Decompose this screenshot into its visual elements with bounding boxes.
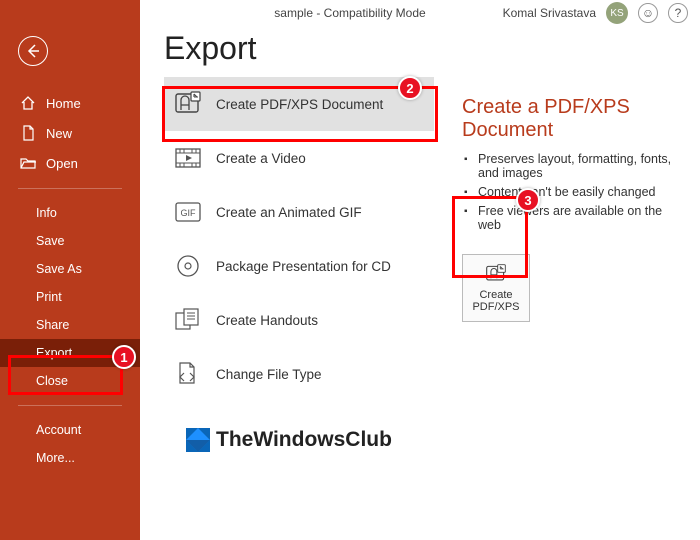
export-opt-label: Create PDF/XPS Document bbox=[216, 97, 383, 112]
sidebar-item-label: Save bbox=[36, 234, 65, 248]
sidebar-item-new[interactable]: New bbox=[0, 118, 140, 148]
page-title: Export bbox=[164, 30, 434, 67]
video-icon bbox=[174, 145, 202, 171]
thewindowsclub-logo-icon bbox=[184, 426, 212, 454]
export-opt-label: Change File Type bbox=[216, 367, 322, 382]
back-button[interactable] bbox=[18, 36, 48, 66]
export-detail-column: Create a PDF/XPS Document Preserves layo… bbox=[462, 30, 678, 540]
export-opt-label: Create an Animated GIF bbox=[216, 205, 362, 220]
file-icon bbox=[20, 125, 36, 141]
sidebar-item-label: More... bbox=[36, 451, 75, 465]
sidebar-item-print[interactable]: Print bbox=[0, 283, 140, 311]
pdf-export-icon bbox=[484, 263, 508, 285]
sidebar-item-open[interactable]: Open bbox=[0, 148, 140, 178]
divider bbox=[18, 405, 122, 406]
action-label: Create PDF/XPS bbox=[463, 289, 529, 313]
create-pdf-xps-button[interactable]: Create PDF/XPS bbox=[462, 254, 530, 322]
export-opt-label: Create Handouts bbox=[216, 313, 318, 328]
detail-bullet: Content can't be easily changed bbox=[462, 185, 678, 199]
sidebar-item-label: Share bbox=[36, 318, 69, 332]
watermark-text: TheWindowsClub bbox=[216, 428, 392, 452]
sidebar-item-label: Open bbox=[46, 156, 78, 171]
sidebar-item-label: Print bbox=[36, 290, 62, 304]
sidebar-item-more[interactable]: More... bbox=[0, 444, 140, 472]
folder-open-icon bbox=[20, 155, 36, 171]
change-file-type-icon bbox=[174, 361, 202, 387]
detail-bullet: Free viewers are available on the web bbox=[462, 204, 678, 232]
export-opt-change-file-type[interactable]: Change File Type bbox=[164, 347, 434, 401]
pdf-icon bbox=[174, 91, 202, 117]
sidebar-item-label: Account bbox=[36, 423, 81, 437]
export-opt-pdf-xps[interactable]: Create PDF/XPS Document bbox=[164, 77, 434, 131]
sidebar-item-label: Save As bbox=[36, 262, 82, 276]
detail-title: Create a PDF/XPS Document bbox=[462, 96, 678, 142]
sidebar-item-label: Home bbox=[46, 96, 81, 111]
arrow-left-icon bbox=[25, 43, 41, 59]
export-opt-label: Package Presentation for CD bbox=[216, 259, 391, 274]
sidebar-item-save[interactable]: Save bbox=[0, 227, 140, 255]
sidebar-item-label: Close bbox=[36, 374, 68, 388]
home-icon bbox=[20, 95, 36, 111]
sidebar-item-label: Info bbox=[36, 206, 57, 220]
export-options-column: Export Create PDF/XPS Document Create a … bbox=[164, 30, 434, 540]
divider bbox=[18, 188, 122, 189]
handouts-icon bbox=[174, 307, 202, 333]
sidebar-item-label: Export bbox=[36, 346, 72, 360]
gif-icon: GIF bbox=[174, 199, 202, 225]
export-opt-package-cd[interactable]: Package Presentation for CD bbox=[164, 239, 434, 293]
sidebar-item-account[interactable]: Account bbox=[0, 416, 140, 444]
export-opt-gif[interactable]: GIF Create an Animated GIF bbox=[164, 185, 434, 239]
sidebar-item-info[interactable]: Info bbox=[0, 199, 140, 227]
sidebar-item-export[interactable]: Export bbox=[0, 339, 140, 367]
export-opt-video[interactable]: Create a Video bbox=[164, 131, 434, 185]
export-opt-handouts[interactable]: Create Handouts bbox=[164, 293, 434, 347]
sidebar-item-save-as[interactable]: Save As bbox=[0, 255, 140, 283]
main-pane: Export Create PDF/XPS Document Create a … bbox=[140, 0, 700, 540]
detail-bullets: Preserves layout, formatting, fonts, and… bbox=[462, 152, 678, 232]
watermark: TheWindowsClub bbox=[184, 426, 392, 454]
cd-icon bbox=[174, 253, 202, 279]
sidebar-item-home[interactable]: Home bbox=[0, 88, 140, 118]
svg-text:GIF: GIF bbox=[181, 208, 197, 218]
sidebar-item-label: New bbox=[46, 126, 72, 141]
sidebar-item-share[interactable]: Share bbox=[0, 311, 140, 339]
detail-bullet: Preserves layout, formatting, fonts, and… bbox=[462, 152, 678, 180]
export-opt-label: Create a Video bbox=[216, 151, 306, 166]
sidebar-item-close[interactable]: Close bbox=[0, 367, 140, 395]
backstage-sidebar: Home New Open Info Save Save As Print Sh… bbox=[0, 0, 140, 540]
